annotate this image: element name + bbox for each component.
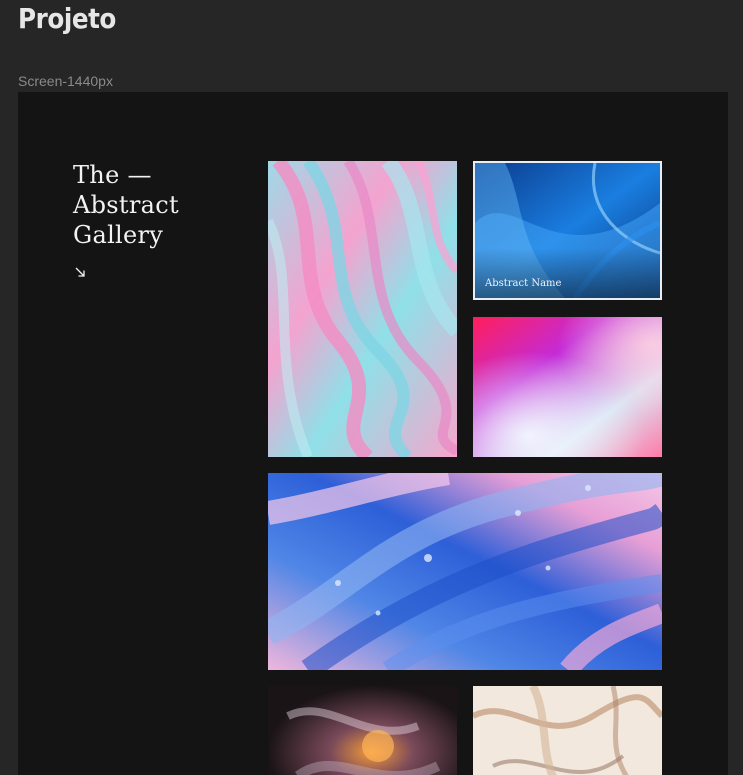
screen-frame[interactable]: The — Abstract Gallery Abstract Name (18, 92, 728, 775)
gallery-tile-magenta-gradient[interactable] (473, 317, 662, 457)
tile-caption: Abstract Name (485, 278, 562, 289)
arrow-down-right-icon[interactable] (74, 266, 86, 278)
magenta-gradient-image (473, 317, 662, 457)
blue-pink-fluid-image (268, 473, 662, 670)
heading-line-2: Abstract (73, 191, 179, 219)
pink-teal-marble-image (268, 161, 457, 457)
gallery-tile-blue-pink-fluid[interactable] (268, 473, 662, 670)
gallery-tile-orange-smoke[interactable] (268, 686, 457, 775)
gallery-heading: The — Abstract Gallery (73, 160, 179, 250)
project-title: Projeto (18, 2, 116, 35)
gallery-tile-cream-marble[interactable] (473, 686, 662, 775)
heading-line-3: Gallery (73, 221, 164, 249)
frame-label[interactable]: Screen-1440px (18, 73, 113, 89)
gallery-tile-pink-teal-marble[interactable] (268, 161, 457, 457)
gallery-tile-blue-waves[interactable]: Abstract Name (473, 161, 662, 300)
heading-line-1: The — (73, 161, 152, 189)
orange-smoke-image (268, 686, 457, 775)
cream-marble-image (473, 686, 662, 775)
